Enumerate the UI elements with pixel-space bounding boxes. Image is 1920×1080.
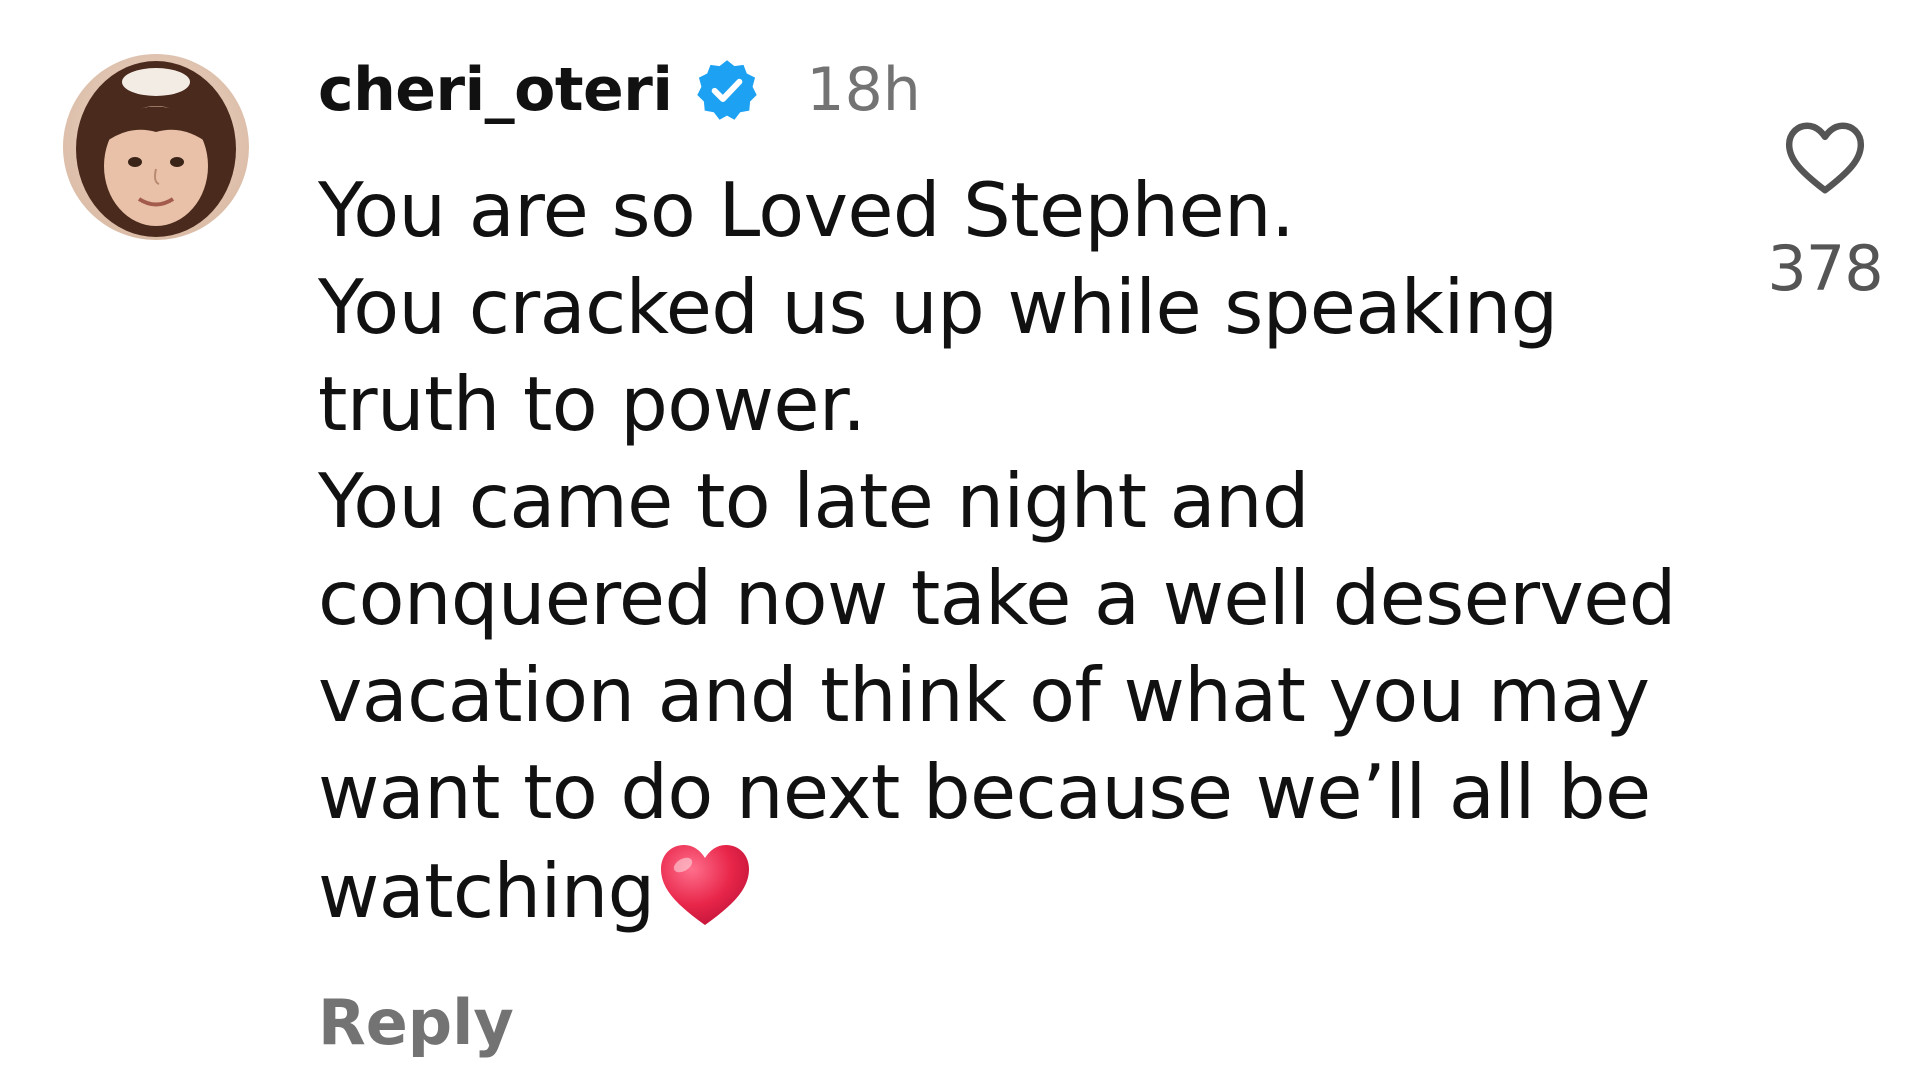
avatar[interactable]: [63, 54, 249, 240]
heart-outline-icon[interactable]: [1782, 118, 1868, 198]
comment-line: watching: [318, 847, 655, 935]
reply-button[interactable]: Reply: [318, 986, 514, 1059]
comment-text: You are so Loved Stephen. You cracked us…: [318, 162, 1698, 940]
timestamp: 18h: [806, 55, 921, 125]
verified-badge-icon: [694, 57, 760, 123]
comment-last-line: watching: [318, 841, 1698, 940]
username[interactable]: cheri_oteri: [318, 55, 673, 125]
comment-line: You cracked us up while speaking: [318, 263, 1558, 351]
comment-line: conquered now take a well deserved: [318, 554, 1676, 642]
comment-line: You are so Loved Stephen.: [318, 166, 1295, 254]
comment-content: cheri_oteri 18h You are so Loved Stephen…: [318, 44, 1698, 1059]
comment-header: cheri_oteri 18h: [318, 44, 1698, 136]
avatar-photo: [63, 54, 249, 240]
comment-line: vacation and think of what you may: [318, 651, 1650, 739]
like-count: 378: [1767, 232, 1883, 305]
like-column: 378: [1760, 118, 1890, 305]
comment: cheri_oteri 18h You are so Loved Stephen…: [0, 0, 1920, 1080]
comment-line: truth to power.: [318, 360, 866, 448]
red-heart-emoji-icon: [657, 841, 753, 929]
comment-line: want to do next because we’ll all be: [318, 748, 1651, 836]
comment-line: You came to late night and: [318, 457, 1310, 545]
